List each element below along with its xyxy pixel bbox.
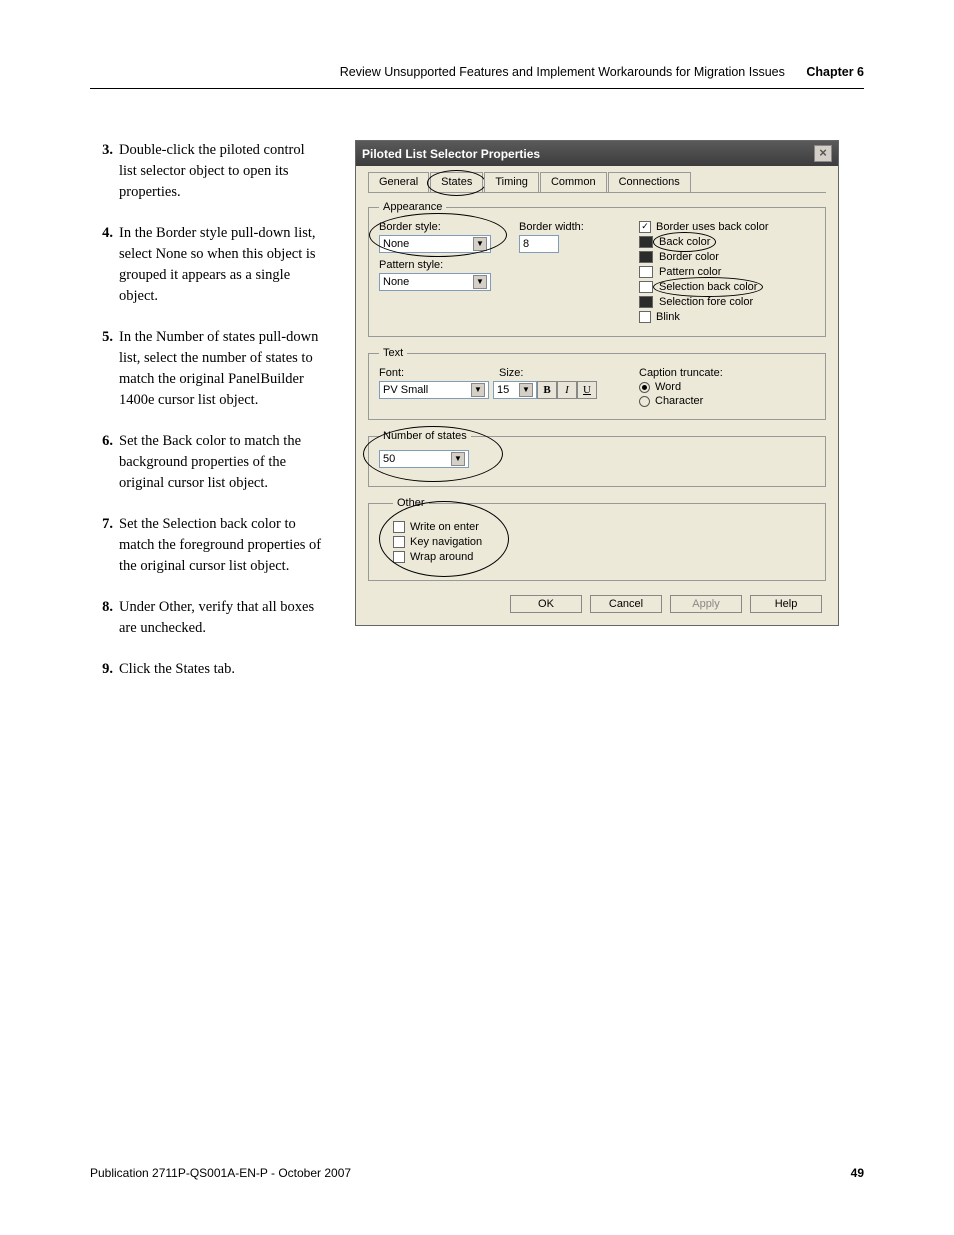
publication-info: Publication 2711P-QS001A-EN-P - October … bbox=[90, 1166, 351, 1180]
pattern-style-label: Pattern style: bbox=[379, 259, 519, 271]
border-width-input[interactable]: 8 bbox=[519, 235, 559, 253]
step-4: 4.In the Border style pull-down list, se… bbox=[97, 223, 325, 307]
chevron-down-icon: ▼ bbox=[471, 383, 485, 397]
dialog-body: General States Timing Common Connections… bbox=[356, 166, 838, 625]
tab-common[interactable]: Common bbox=[540, 172, 607, 192]
pattern-style-select[interactable]: None ▼ bbox=[379, 273, 491, 291]
italic-button[interactable]: I bbox=[557, 381, 577, 399]
size-label: Size: bbox=[499, 367, 523, 379]
border-style-label: Border style: bbox=[379, 221, 519, 233]
other-legend: Other bbox=[393, 497, 429, 509]
header-rule bbox=[90, 88, 864, 89]
radio-word[interactable]: Word bbox=[639, 381, 815, 393]
help-button[interactable]: Help bbox=[750, 595, 822, 613]
close-icon[interactable]: × bbox=[814, 145, 832, 162]
numstates-select[interactable]: 50 ▼ bbox=[379, 450, 469, 468]
back-color-row[interactable]: Back color bbox=[639, 236, 815, 248]
chapter-label: Chapter 6 bbox=[806, 65, 864, 79]
tab-timing[interactable]: Timing bbox=[484, 172, 539, 192]
selection-fore-row[interactable]: Selection fore color bbox=[639, 296, 815, 308]
border-uses-back-checkbox[interactable]: ✓ Border uses back color bbox=[639, 221, 815, 233]
instruction-steps: 3.Double-click the piloted control list … bbox=[97, 140, 325, 700]
selection-back-swatch bbox=[639, 281, 653, 293]
dialog-button-bar: OK Cancel Apply Help bbox=[368, 591, 826, 615]
underline-button[interactable]: U bbox=[577, 381, 597, 399]
font-select[interactable]: PV Small ▼ bbox=[379, 381, 489, 399]
tab-connections[interactable]: Connections bbox=[608, 172, 691, 192]
selection-fore-swatch bbox=[639, 296, 653, 308]
radio-character[interactable]: Character bbox=[639, 395, 815, 407]
apply-button[interactable]: Apply bbox=[670, 595, 742, 613]
dialog-titlebar[interactable]: Piloted List Selector Properties × bbox=[356, 141, 838, 166]
page-footer: Publication 2711P-QS001A-EN-P - October … bbox=[90, 1166, 864, 1180]
appearance-group: Appearance Border style: None ▼ Pattern … bbox=[368, 201, 826, 337]
cancel-button[interactable]: Cancel bbox=[590, 595, 662, 613]
radio-icon bbox=[639, 396, 650, 407]
dialog-tabs: General States Timing Common Connections bbox=[368, 172, 826, 193]
size-select[interactable]: 15 ▼ bbox=[493, 381, 537, 399]
step-9: 9.Click the States tab. bbox=[97, 659, 325, 680]
radio-icon bbox=[639, 382, 650, 393]
numstates-legend: Number of states bbox=[379, 430, 471, 442]
appearance-legend: Appearance bbox=[379, 201, 446, 213]
key-navigation-checkbox[interactable]: Key navigation bbox=[393, 536, 815, 548]
tab-general[interactable]: General bbox=[368, 172, 429, 192]
border-color-row[interactable]: Border color bbox=[639, 251, 815, 263]
other-group: Other Write on enter Key navigation Wrap… bbox=[368, 497, 826, 581]
chevron-down-icon: ▼ bbox=[519, 383, 533, 397]
chevron-down-icon: ▼ bbox=[473, 275, 487, 289]
ok-button[interactable]: OK bbox=[510, 595, 582, 613]
step-8: 8.Under Other, verify that all boxes are… bbox=[97, 597, 325, 639]
border-style-select[interactable]: None ▼ bbox=[379, 235, 491, 253]
chevron-down-icon: ▼ bbox=[451, 452, 465, 466]
caption-truncate-label: Caption truncate: bbox=[639, 367, 815, 379]
bold-button[interactable]: B bbox=[537, 381, 557, 399]
page-number: 49 bbox=[851, 1166, 864, 1180]
wrap-around-checkbox[interactable]: Wrap around bbox=[393, 551, 815, 563]
back-color-swatch bbox=[639, 236, 653, 248]
step-7: 7.Set the Selection back color to match … bbox=[97, 514, 325, 577]
dialog-title: Piloted List Selector Properties bbox=[362, 147, 540, 161]
font-label: Font: bbox=[379, 367, 499, 379]
header-title: Review Unsupported Features and Implemen… bbox=[340, 65, 785, 79]
blink-checkbox[interactable]: Blink bbox=[639, 311, 815, 323]
properties-dialog: Piloted List Selector Properties × Gener… bbox=[355, 140, 839, 626]
step-3: 3.Double-click the piloted control list … bbox=[97, 140, 325, 203]
tab-states[interactable]: States bbox=[430, 172, 483, 192]
chevron-down-icon: ▼ bbox=[473, 237, 487, 251]
pattern-color-swatch bbox=[639, 266, 653, 278]
text-group: Text Font: Size: PV Small ▼ 15 ▼ bbox=[368, 347, 826, 420]
write-on-enter-checkbox[interactable]: Write on enter bbox=[393, 521, 815, 533]
border-width-label: Border width: bbox=[519, 221, 639, 233]
step-6: 6.Set the Back color to match the backgr… bbox=[97, 431, 325, 494]
step-5: 5.In the Number of states pull-down list… bbox=[97, 327, 325, 411]
text-legend: Text bbox=[379, 347, 407, 359]
border-color-swatch bbox=[639, 251, 653, 263]
pattern-color-row[interactable]: Pattern color bbox=[639, 266, 815, 278]
page-header: Review Unsupported Features and Implemen… bbox=[340, 65, 864, 79]
number-of-states-group: Number of states 50 ▼ bbox=[368, 430, 826, 487]
selection-back-row[interactable]: Selection back color bbox=[639, 281, 815, 293]
